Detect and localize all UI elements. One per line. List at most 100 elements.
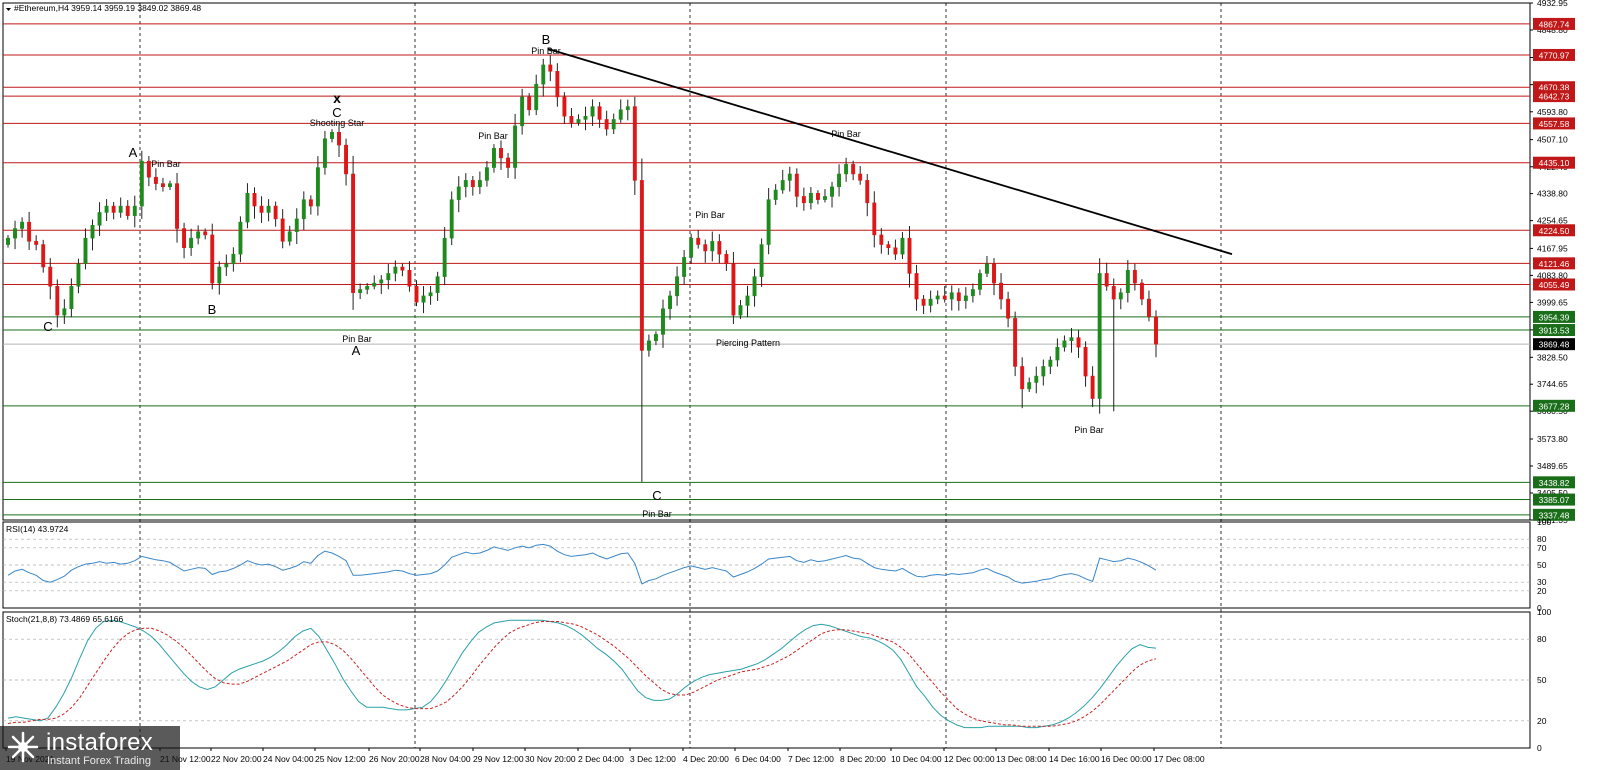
bear-candle-body (632, 106, 637, 181)
bull-candle-body (196, 231, 201, 239)
bull-candle-body (463, 180, 468, 188)
bull-candle-body (900, 237, 905, 255)
chart-canvas: 4932.954848.804763.154678.504593.804507.… (2, 0, 1575, 764)
bear-candle-body (351, 173, 356, 293)
bull-candle-body (1048, 359, 1053, 367)
bull-candle-body (287, 231, 292, 242)
logo-brand-text: instaforex (46, 729, 154, 756)
bear-candle-body (801, 196, 806, 204)
time-axis-label: 17 Dec 08:00 (1154, 754, 1205, 764)
time-axis-label: 2 Dec 04:00 (578, 754, 624, 764)
bear-candle-body (160, 183, 165, 188)
bull-candle-body (294, 218, 299, 232)
bear-candle-body (41, 244, 46, 268)
bear-candle-body (1132, 269, 1137, 284)
time-axis-label: 25 Nov 12:00 (315, 754, 366, 764)
stoch-label: Stoch(21,8,8) 73.4869 65.6166 (6, 614, 123, 624)
bear-candle-body (1013, 318, 1018, 367)
bull-candle-body (611, 119, 616, 130)
pattern-annotation-label: Pin Bar (695, 210, 725, 220)
time-axis-label: 30 Nov 20:00 (525, 754, 576, 764)
bull-candle-body (541, 64, 546, 85)
bear-candle-body (696, 237, 701, 245)
bear-candle-body (125, 205, 130, 216)
time-axis-label: 7 Dec 12:00 (788, 754, 834, 764)
resistance-level-line-value: 4121.46 (1539, 259, 1570, 269)
rsi-axis-label: 100 (1537, 517, 1551, 527)
pattern-annotation-label: Pin Bar (151, 159, 181, 169)
pattern-annotation-label: x (333, 90, 341, 106)
bear-candle-body (879, 234, 884, 245)
bull-candle-body (492, 148, 496, 168)
bear-candle-body (146, 160, 151, 178)
bull-candle-body (118, 205, 123, 213)
bear-candle-body (400, 266, 405, 271)
bull-candle-body (189, 237, 194, 249)
bear-candle-body (942, 295, 947, 300)
time-axis-label: 12 Dec 00:00 (944, 754, 995, 764)
price-tick-label: 4593.80 (1537, 107, 1568, 117)
time-axis-label: 22 Nov 20:00 (211, 754, 262, 764)
bull-candle-body (1062, 340, 1067, 348)
bear-candle-body (907, 237, 912, 274)
bear-candle-body (562, 96, 567, 117)
pattern-annotation-label: Pin Bar (831, 129, 861, 139)
pattern-annotation-label: Pin Bar (478, 131, 508, 141)
bull-candle-body (576, 119, 581, 123)
bull-candle-body (675, 276, 680, 297)
time-axis-label: 4 Dec 20:00 (683, 754, 729, 764)
pattern-annotation-label: B (208, 302, 217, 317)
price-tick-label: 4338.80 (1537, 189, 1568, 199)
time-axis-label: 8 Dec 20:00 (840, 754, 886, 764)
bull-candle-body (301, 199, 306, 220)
bear-candle-body (1090, 375, 1095, 399)
stoch-signal-line (7, 621, 1157, 727)
bull-candle-body (1118, 292, 1123, 300)
bear-candle-body (555, 71, 560, 98)
bear-candle-body (731, 263, 736, 316)
bull-candle-body (6, 237, 10, 245)
bull-candle-body (20, 221, 25, 229)
bear-candle-body (1154, 316, 1158, 345)
bull-candle-body (963, 295, 968, 301)
bull-candle-body (661, 308, 665, 335)
bull-candle-body (132, 205, 137, 216)
resistance-level-line-value: 4770.97 (1539, 50, 1570, 60)
price-tick-label: 4254.65 (1537, 216, 1568, 226)
bull-candle-body (231, 253, 236, 265)
bull-candle-body (393, 266, 398, 274)
bull-candle-body (752, 276, 757, 297)
bull-candle-body (773, 189, 778, 200)
bull-candle-body (618, 109, 623, 120)
time-axis-label: 29 Nov 12:00 (473, 754, 524, 764)
bear-candle-body (55, 285, 60, 316)
bull-candle-body (590, 106, 595, 117)
current-price-value: 3869.48 (1539, 340, 1570, 350)
bear-candle-body (1104, 273, 1109, 287)
bull-candle-body (266, 205, 271, 213)
bear-candle-body (414, 285, 419, 303)
bear-candle-body (992, 263, 996, 284)
time-axis-label: 10 Dec 04:00 (891, 754, 942, 764)
price-tick-label: 3744.65 (1537, 379, 1568, 389)
stoch-axis-label: 20 (1537, 716, 1547, 726)
chart-title-readout: #Ethereum,H4 3959.14 3959.19 3849.02 386… (14, 3, 201, 13)
pattern-annotation-label: Pin Bar (531, 46, 561, 56)
bull-candle-body (534, 83, 539, 111)
symbol-dropdown-icon (6, 8, 11, 11)
bull-candle-body (1041, 366, 1046, 377)
bear-candle-body (34, 241, 39, 245)
bull-candle-body (477, 180, 482, 188)
bull-candle-body (1034, 375, 1039, 383)
bear-candle-body (724, 253, 729, 265)
bull-candle-body (837, 173, 842, 188)
rsi-label: RSI(14) 43.9724 (6, 524, 69, 534)
bull-candle-body (985, 263, 989, 274)
bear-candle-body (893, 247, 898, 255)
bear-candle-body (851, 164, 856, 175)
bull-candle-body (766, 199, 771, 245)
bull-candle-body (780, 180, 785, 191)
bear-candle-body (569, 115, 574, 123)
bear-candle-body (999, 282, 1004, 300)
bear-candle-body (499, 148, 503, 159)
